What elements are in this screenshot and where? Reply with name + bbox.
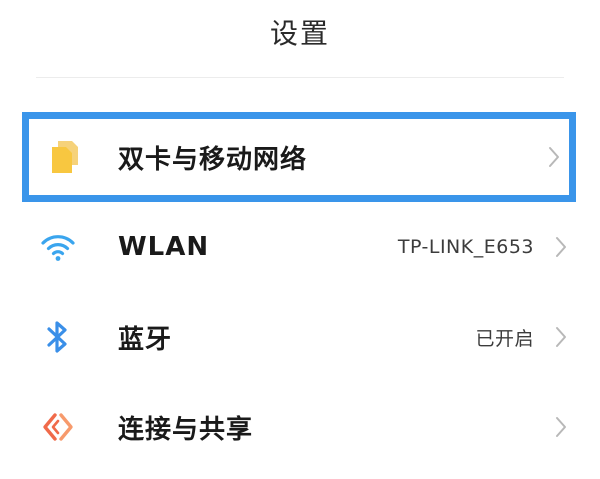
- header: 设置: [0, 0, 600, 64]
- settings-item-label: 蓝牙: [118, 324, 173, 355]
- chevron-right-icon: [550, 412, 572, 442]
- settings-list: 双卡与移动网络 WLAN TP-LINK_E653 蓝牙 已开启 连接与共享: [0, 112, 600, 472]
- settings-item-label: WLAN: [118, 232, 210, 262]
- chevron-right-icon: [550, 232, 572, 262]
- sim-card-icon: [43, 135, 87, 179]
- settings-item-value: 已开启: [475, 327, 534, 350]
- settings-item-dual-sim[interactable]: 双卡与移动网络: [22, 112, 576, 202]
- settings-item-wlan[interactable]: WLAN TP-LINK_E653: [0, 202, 600, 292]
- settings-item-label: 连接与共享: [118, 414, 254, 445]
- settings-screen: 设置 双卡与移动网络 WLAN TP-LINK_E653 蓝牙 已开启 连接与共…: [0, 0, 600, 479]
- bluetooth-icon: [36, 315, 80, 359]
- header-divider: [36, 77, 564, 78]
- settings-item-label: 双卡与移动网络: [118, 144, 308, 175]
- settings-item-connection-share[interactable]: 连接与共享: [0, 382, 600, 472]
- chevron-right-icon: [543, 142, 565, 172]
- chevron-right-icon: [550, 322, 572, 352]
- settings-item-bluetooth[interactable]: 蓝牙 已开启: [0, 292, 600, 382]
- settings-item-value: TP-LINK_E653: [397, 236, 534, 258]
- wifi-icon: [36, 225, 80, 269]
- connection-share-icon: [36, 405, 80, 449]
- page-title: 设置: [269, 17, 330, 50]
